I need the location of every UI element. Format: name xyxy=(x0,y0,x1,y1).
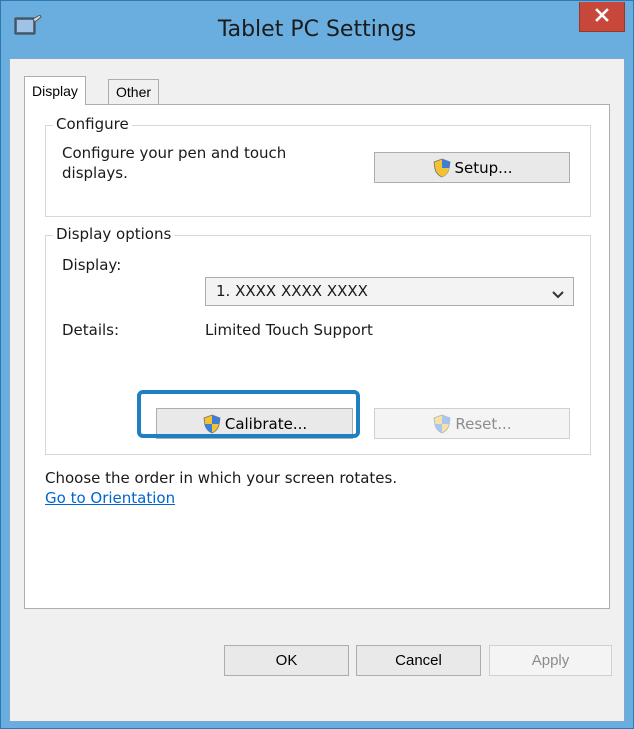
chevron-down-icon xyxy=(552,286,564,304)
details-value: Limited Touch Support xyxy=(205,321,373,339)
close-icon xyxy=(594,7,610,27)
cancel-button[interactable]: Cancel xyxy=(356,645,481,676)
display-tab-panel: Configure Configure your pen and touch d… xyxy=(24,104,610,609)
tablet-pc-settings-window: Tablet PC Settings Display Other Configu… xyxy=(0,0,634,729)
display-label: Display: xyxy=(62,256,122,274)
setup-button[interactable]: Setup... xyxy=(374,152,570,183)
title-bar[interactable]: Tablet PC Settings xyxy=(1,1,633,57)
orientation-description: Choose the order in which your screen ro… xyxy=(45,469,398,487)
display-options-legend: Display options xyxy=(53,225,175,243)
calibrate-highlight-frame xyxy=(137,390,360,438)
configure-description-line1: Configure your pen and touch xyxy=(62,144,287,162)
window-title: Tablet PC Settings xyxy=(217,17,417,42)
setup-button-label: Setup... xyxy=(454,158,513,177)
display-dropdown[interactable]: 1. XXXX XXXX XXXX xyxy=(205,277,574,306)
uac-shield-icon-disabled xyxy=(432,414,452,434)
uac-shield-icon xyxy=(432,158,452,178)
configure-legend: Configure xyxy=(53,115,132,133)
reset-button[interactable]: Reset... xyxy=(374,408,570,439)
configure-group: Configure Configure your pen and touch d… xyxy=(45,115,591,217)
go-to-orientation-link[interactable]: Go to Orientation xyxy=(45,489,175,507)
tab-display[interactable]: Display xyxy=(24,76,86,105)
reset-button-label: Reset... xyxy=(455,414,512,433)
display-dropdown-value: 1. XXXX XXXX XXXX xyxy=(216,282,368,300)
ok-button[interactable]: OK xyxy=(224,645,349,676)
dialog-client-area: Display Other Configure Configure your p… xyxy=(9,58,625,722)
tab-other[interactable]: Other xyxy=(108,79,160,105)
go-to-orientation-link-wrapper: Go to Orientation xyxy=(45,489,175,507)
configure-description-line2: displays. xyxy=(62,164,128,182)
apply-button[interactable]: Apply xyxy=(489,645,612,676)
close-button[interactable] xyxy=(579,2,625,32)
details-label: Details: xyxy=(62,321,120,339)
